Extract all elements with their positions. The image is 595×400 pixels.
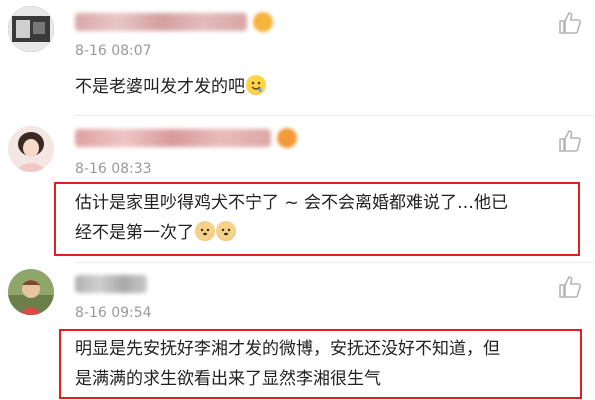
avatar-image <box>8 269 54 315</box>
avatar-image <box>8 6 54 52</box>
avatar[interactable] <box>8 269 54 315</box>
comment-list: 8-16 08:07 不是老婆叫发才发的吧 8-16 08:33 估计是家里吵得… <box>0 0 595 400</box>
thumbs-up-icon[interactable] <box>557 274 583 300</box>
avatar-image <box>8 126 54 172</box>
comment-text-line: 明显是先安抚好李湘才发的微博，安抚还没好不知道，但 <box>75 339 500 359</box>
avatar[interactable] <box>8 126 54 172</box>
thumbs-up-icon[interactable] <box>557 10 583 36</box>
member-badge-icon <box>277 128 297 148</box>
comment-item: 8-16 08:33 估计是家里吵得鸡犬不宁了 ~ 会不会离婚都难说了…他已 经… <box>0 118 595 258</box>
username-blurred[interactable] <box>75 11 273 33</box>
username-blurred[interactable] <box>75 273 147 295</box>
comment-text-content: 经不是第一次了 <box>75 223 194 243</box>
doge-icon <box>195 221 215 241</box>
drooling-face-icon <box>246 75 266 95</box>
member-badge-icon <box>253 12 273 32</box>
comment-text: 估计是家里吵得鸡犬不宁了 ~ 会不会离婚都难说了…他已 经不是第一次了 <box>75 188 508 248</box>
comment-timestamp: 8-16 09:54 <box>75 305 152 321</box>
comment-item: 8-16 08:07 不是老婆叫发才发的吧 <box>0 0 595 118</box>
username-blurred[interactable] <box>75 127 297 149</box>
thumbs-up-icon[interactable] <box>557 128 583 154</box>
comment-timestamp: 8-16 08:07 <box>75 43 152 59</box>
comment-text-line: 估计是家里吵得鸡犬不宁了 ~ 会不会离婚都难说了…他已 <box>75 193 509 213</box>
comment-text-line-2: 是满满的求生欲看出来了显然李湘很生气 <box>75 369 381 389</box>
doge-icon <box>216 221 236 241</box>
comment-item: 8-16 09:54 明显是先安抚好李湘才发的微博，安抚还没好不知道，但 是满满… <box>0 264 595 400</box>
comment-timestamp: 8-16 08:33 <box>75 161 152 177</box>
comment-text-content: 不是老婆叫发才发的吧 <box>75 77 245 97</box>
avatar[interactable] <box>8 6 54 52</box>
divider <box>75 262 595 263</box>
divider <box>75 115 595 116</box>
comment-text-line-2: 经不是第一次了 <box>75 218 508 248</box>
comment-text: 不是老婆叫发才发的吧 <box>75 72 266 102</box>
comment-text: 明显是先安抚好李湘才发的微博，安抚还没好不知道，但 是满满的求生欲看出来了显然李… <box>75 334 500 394</box>
